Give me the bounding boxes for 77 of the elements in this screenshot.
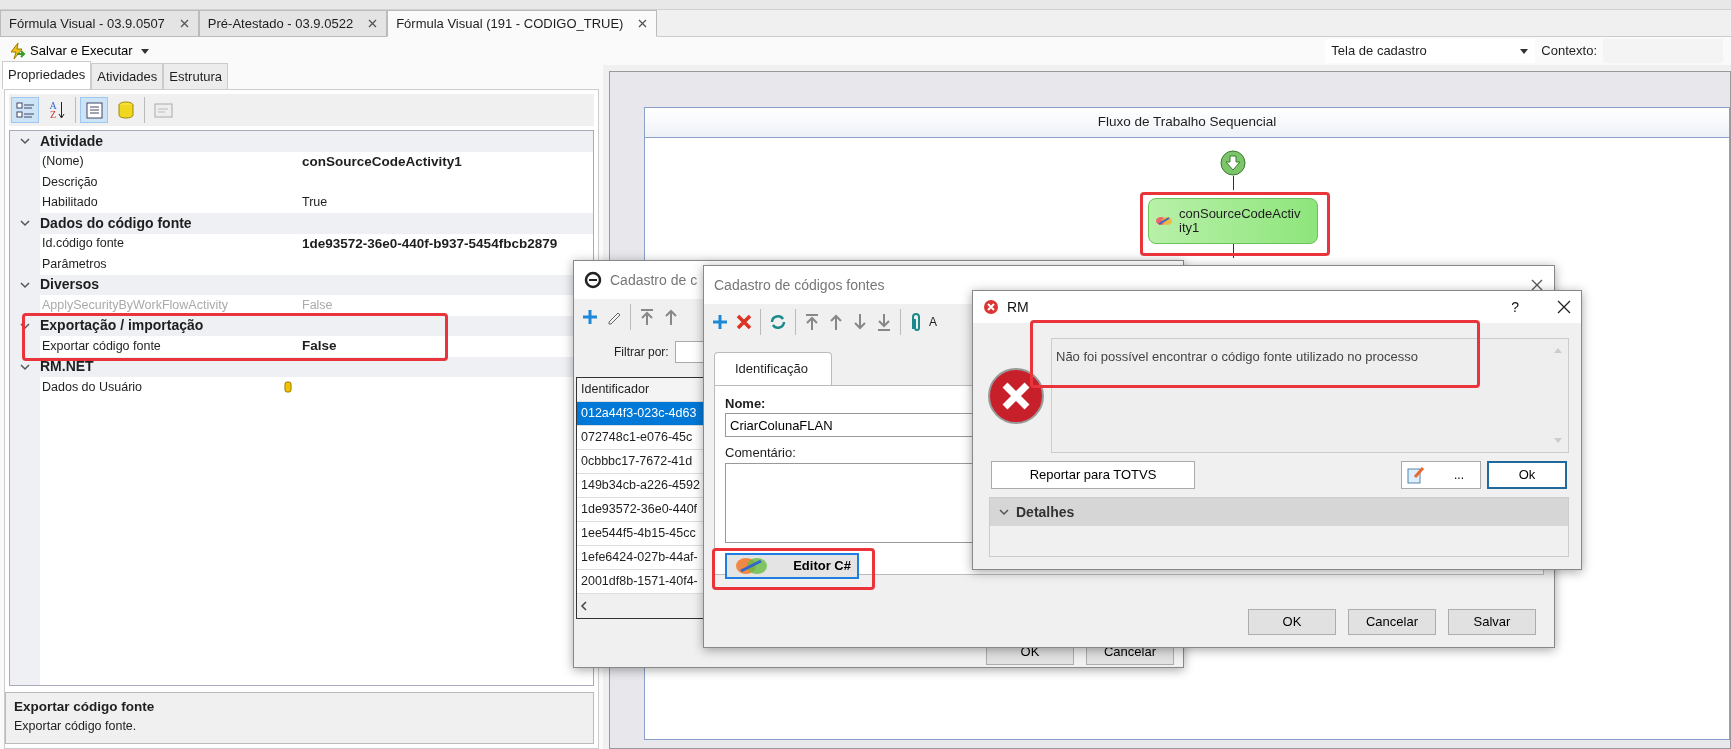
property-value[interactable]: False — [298, 336, 337, 357]
panel-tab[interactable]: Atividades — [91, 62, 164, 89]
error-message: Não foi possível encontrar o código fonte utilizado no processo — [1055, 348, 1420, 366]
ok-button[interactable]: Ok — [1487, 461, 1567, 489]
down-arrow-icon[interactable] — [852, 313, 868, 331]
property-name: (Nome) — [42, 153, 84, 171]
database-icon[interactable] — [116, 100, 136, 120]
property-value[interactable]: True — [298, 193, 328, 213]
description-text: Exportar código fonte. — [14, 718, 138, 736]
name-label: Nome: — [725, 394, 767, 413]
code-activity-icon — [1155, 214, 1173, 228]
panel-tab[interactable]: Estrutura — [163, 62, 229, 89]
dropdown-icon — [1519, 46, 1530, 56]
filter-label: Filtrar por: — [614, 344, 669, 361]
categorized-icon[interactable] — [15, 100, 35, 120]
group-title: Dados do código fonte — [40, 213, 192, 233]
context-label: Contexto: — [1541, 42, 1597, 61]
help-button[interactable]: ? — [1511, 296, 1519, 318]
panel-tab[interactable]: Propriedades — [2, 60, 92, 89]
lightning-icon — [8, 42, 26, 60]
list-row[interactable]: 012a44f3-023c-4d63 — [577, 402, 703, 426]
report-button[interactable]: Reportar para TOTVS — [991, 461, 1195, 489]
notepad-icon — [1406, 465, 1426, 485]
move-top-icon[interactable] — [804, 313, 820, 331]
activity-node[interactable]: conSourceCodeActivity1 — [1148, 198, 1318, 244]
screen-select[interactable]: Tela de cadastro — [1325, 39, 1536, 63]
property-list-icon[interactable] — [84, 100, 104, 120]
dialog-button[interactable]: OK — [1248, 609, 1336, 635]
close-icon[interactable] — [1557, 300, 1571, 314]
close-icon[interactable] — [1530, 278, 1544, 292]
document-tab[interactable]: Fórmula Visual (191 - CODIGO_TRUE) — [387, 10, 658, 37]
toolbar-label: A — [929, 314, 937, 331]
error-icon — [983, 299, 999, 315]
sort-letter: A — [49, 101, 57, 110]
group-title: Diversos — [40, 275, 100, 295]
run-button[interactable]: Salvar e Executar — [8, 41, 133, 61]
document-tab[interactable]: Pré-Atestado - 03.9.0522 — [198, 10, 388, 37]
description-title: Exportar código fonte — [14, 698, 156, 716]
plus-icon[interactable] — [712, 314, 728, 330]
comment-label: Comentário: — [725, 444, 797, 462]
down-arrow-icon — [57, 101, 65, 119]
close-icon[interactable] — [637, 18, 649, 29]
paperclip-icon[interactable] — [909, 312, 921, 332]
property-value[interactable]: 1de93572-36e0-440f-b937-5454fbcb2879 — [298, 233, 558, 254]
dialog-title: Cadastro de códigos fontes — [714, 275, 885, 295]
group-title: Atividade — [40, 131, 103, 151]
property-name: ApplySecurityByWorkFlowActivity — [42, 296, 228, 314]
move-top-icon[interactable] — [639, 308, 655, 326]
property-name: Parâmetros — [42, 255, 107, 273]
property-name: Dados do Usuário — [42, 378, 143, 396]
up-arrow-icon[interactable] — [663, 308, 679, 326]
property-name: Id.código fonte — [42, 235, 124, 253]
dialog-title: Cadastro de c — [610, 270, 698, 290]
column-header[interactable]: Identificador — [577, 378, 703, 402]
details-header[interactable]: Detalhes — [990, 498, 1568, 526]
up-arrow-icon[interactable] — [828, 313, 844, 331]
refresh-icon[interactable] — [769, 313, 787, 331]
document-tab[interactable]: Fórmula Visual - 03.9.0507 — [0, 10, 199, 37]
property-value[interactable]: conSourceCodeActivity1 — [298, 151, 462, 172]
sort-letter: Z — [49, 110, 57, 119]
dialog-button[interactable]: Salvar — [1448, 609, 1536, 635]
delete-icon[interactable] — [736, 314, 752, 330]
error-icon — [987, 366, 1045, 425]
plus-icon[interactable] — [582, 309, 598, 325]
move-bottom-icon[interactable] — [876, 313, 892, 331]
property-name: Exportar código fonte — [42, 337, 161, 355]
dialog-title: RM — [1007, 297, 1030, 317]
more-button[interactable]: ... — [1401, 461, 1481, 489]
sort-button[interactable]: A Z — [43, 97, 71, 123]
dialog-button[interactable]: Cancelar — [1348, 609, 1436, 635]
group-title: Exportação / importação — [40, 316, 204, 336]
property-name: Descrição — [42, 173, 98, 191]
editor-button[interactable]: Editor C# — [725, 552, 859, 579]
property-name: Habilitado — [42, 194, 98, 212]
form-tab[interactable]: Identificação — [714, 352, 832, 385]
database-icon[interactable] — [284, 381, 292, 394]
group-title: RM.NET — [40, 357, 94, 377]
